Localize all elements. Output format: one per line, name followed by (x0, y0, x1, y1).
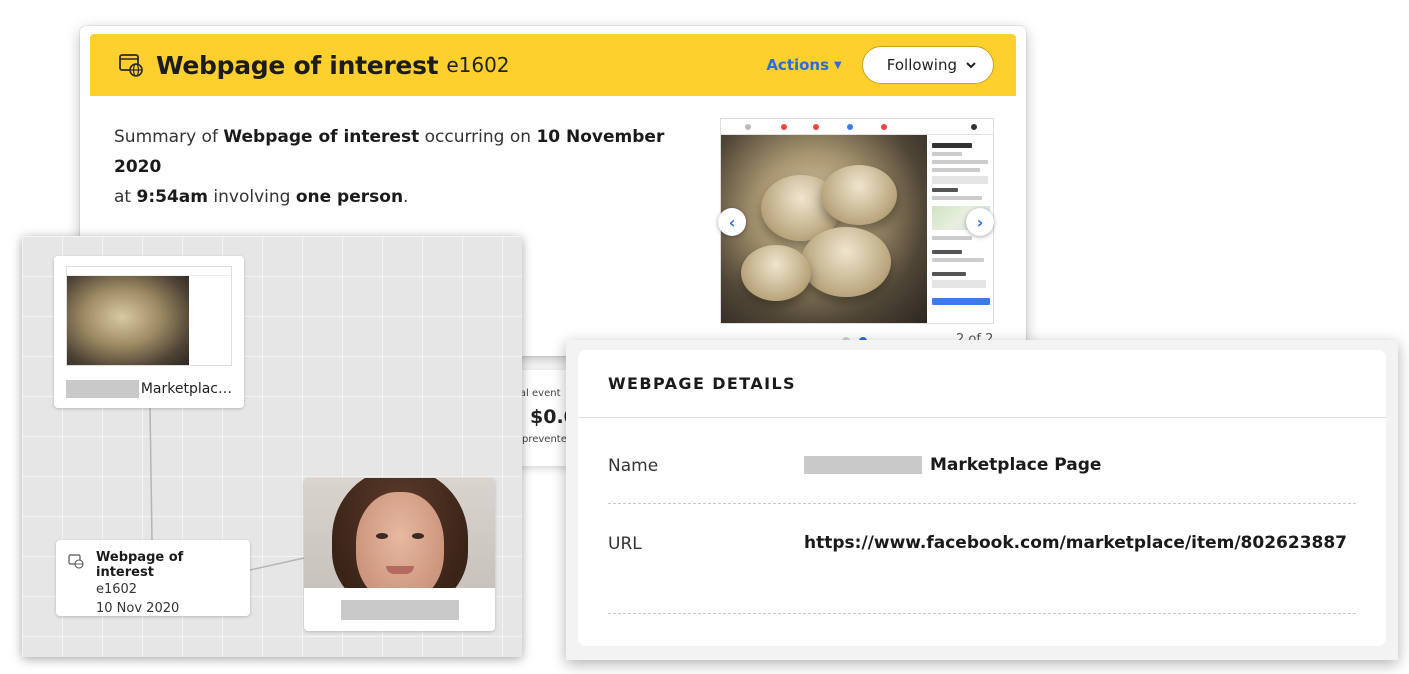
product-photo (721, 135, 927, 323)
chevron-left-icon: ‹ (728, 212, 736, 232)
link-graph-canvas[interactable]: Marketplac… Webpage of interest e1602 10… (22, 236, 522, 657)
webpage-details-panel: WEBPAGE DETAILS Name Marketplace Page UR… (578, 350, 1386, 646)
stats-label: tal event (516, 388, 561, 399)
webpage-node-label: Marketplac… (66, 380, 232, 398)
actions-label: Actions (766, 56, 830, 74)
details-value-url[interactable]: https://www.facebook.com/marketplace/ite… (804, 533, 1347, 553)
carousel-prev-button[interactable]: ‹ (718, 208, 746, 236)
redacted-person-name (340, 599, 459, 620)
graph-node-person[interactable] (304, 478, 495, 631)
person-photo (304, 478, 495, 588)
caret-down-icon: ▼ (834, 59, 842, 71)
event-id: e1602 (446, 53, 510, 77)
details-key-name: Name (608, 456, 659, 476)
graph-node-event[interactable]: Webpage of interest e1602 10 Nov 2020 (56, 540, 250, 616)
webpage-screenshot[interactable] (720, 118, 994, 324)
details-row-name: Name Marketplace Page (608, 455, 1356, 504)
summary-title: Webpage of interest (223, 127, 420, 147)
chevron-right-icon: › (976, 212, 984, 232)
redacted-text (804, 456, 922, 474)
webpage-thumbnail (66, 266, 232, 366)
event-summary: Summary of Webpage of interest occurring… (114, 127, 665, 207)
webpage-globe-icon (68, 554, 84, 569)
chevron-down-icon (966, 62, 976, 69)
details-key-url: URL (608, 534, 642, 554)
event-title: Webpage of interest (156, 50, 439, 80)
graph-node-webpage[interactable]: Marketplac… (54, 256, 244, 408)
actions-button[interactable]: Actions ▼ (766, 56, 841, 74)
details-row-url: URL https://www.facebook.com/marketplace… (608, 533, 1356, 614)
carousel-next-button[interactable]: › (966, 208, 994, 236)
event-header: Webpage of interest e1602 Actions ▼ Foll… (90, 34, 1016, 96)
summary-people: one person (295, 187, 404, 207)
following-label: Following (886, 56, 957, 74)
details-heading: WEBPAGE DETAILS (578, 350, 1386, 418)
webpage-globe-icon (119, 54, 143, 77)
details-value-name: Marketplace Page (804, 455, 1101, 475)
event-node-date: 10 Nov 2020 (96, 601, 180, 616)
following-button[interactable]: Following (861, 46, 994, 84)
screenshot-topbar (721, 119, 993, 135)
event-node-title: Webpage of interest (96, 550, 184, 580)
event-node-id: e1602 (96, 582, 138, 597)
redacted-text (66, 380, 139, 398)
summary-time: 9:54am (136, 187, 208, 207)
stats-sublabel: prevente (522, 434, 567, 445)
